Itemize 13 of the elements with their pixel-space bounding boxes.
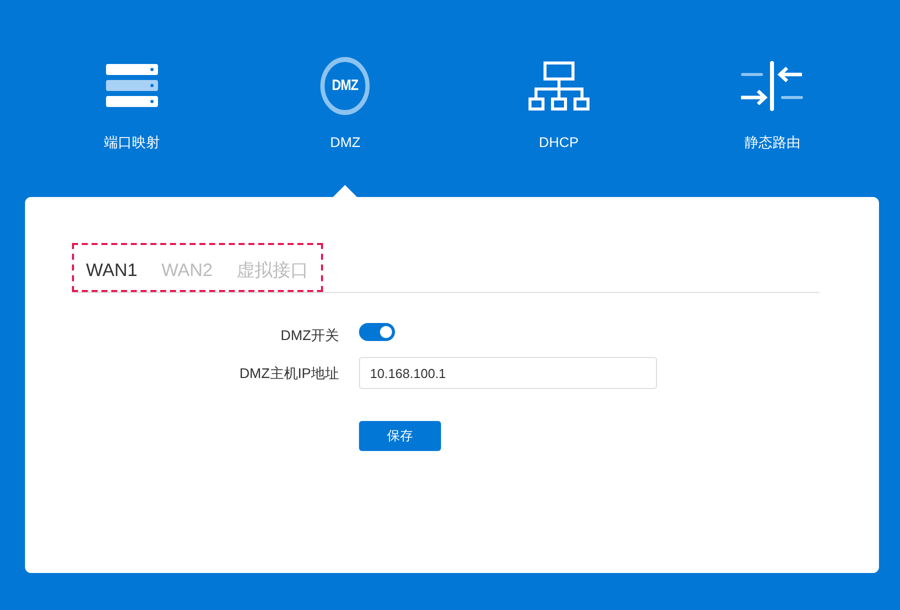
save-button[interactable]: 保存 xyxy=(359,421,441,451)
server-icon xyxy=(104,62,159,110)
input-field[interactable]: 10.168.100.1 xyxy=(359,357,657,389)
field-label: DMZ主机IP地址 xyxy=(238,364,339,382)
nav-item[interactable]: 静态路由 xyxy=(666,50,879,197)
field-label: DMZ开关 xyxy=(280,326,339,344)
nav-item[interactable]: 端口映射 xyxy=(25,50,238,197)
route-icon xyxy=(740,60,804,112)
nav-item[interactable]: DHCP xyxy=(452,50,666,197)
network-icon xyxy=(528,61,590,111)
tab[interactable]: WAN1 xyxy=(86,257,138,284)
toggle-switch[interactable] xyxy=(359,323,395,341)
dmz-icon: DMZ xyxy=(320,57,370,115)
